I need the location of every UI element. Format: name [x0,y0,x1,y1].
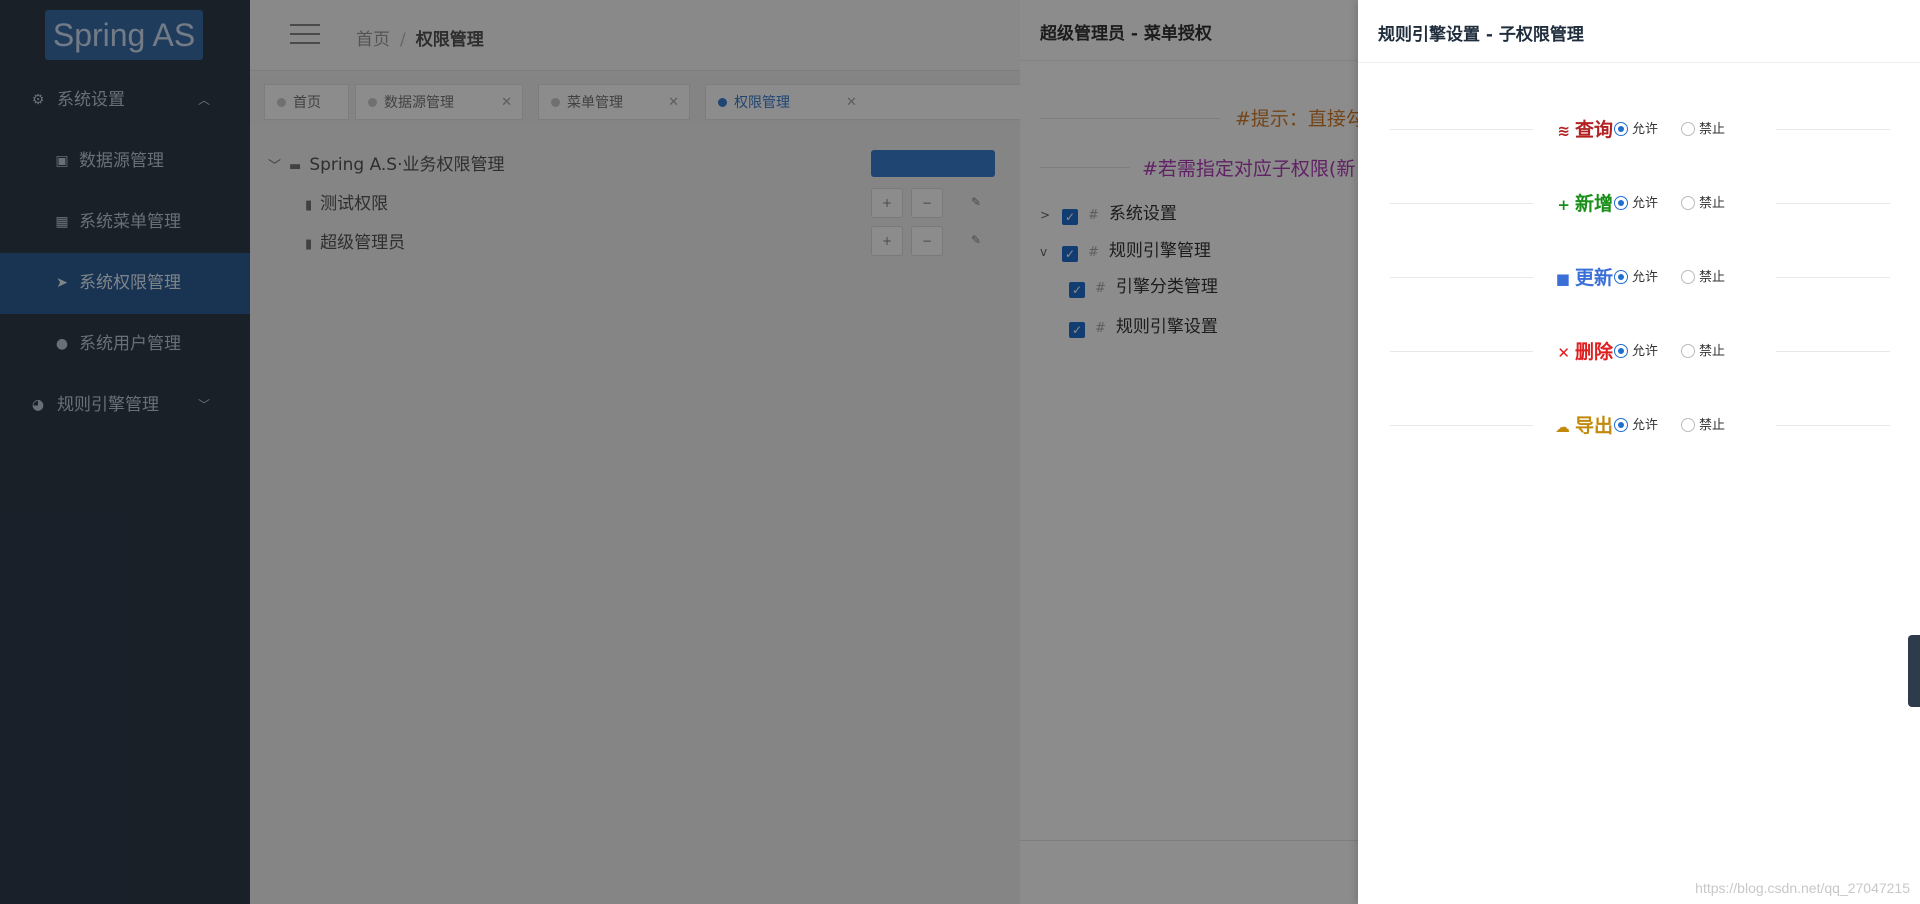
permission-row-export: ☁ 导出 允许 禁止 [1358,411,1920,441]
permission-row-update: ■ 更新 允许 禁止 [1358,263,1920,293]
permission-label: ■ 更新 [1555,267,1613,289]
permission-label: + 新增 [1557,193,1613,215]
permission-row-query: ≋ 查询 允许 禁止 [1358,115,1920,145]
plus-icon: + [1557,196,1570,214]
deny-radio[interactable]: 禁止 [1681,270,1725,286]
close-icon: ✕ [1557,344,1570,362]
allow-radio[interactable]: 允许 [1614,344,1658,360]
deny-radio[interactable]: 禁止 [1681,418,1725,434]
allow-radio[interactable]: 允许 [1614,196,1658,212]
permission-label: ✕ 删除 [1557,341,1613,363]
side-handle[interactable] [1908,635,1920,707]
deny-radio[interactable]: 禁止 [1681,196,1725,212]
permission-row-add: + 新增 允许 禁止 [1358,189,1920,219]
permission-label: ≋ 查询 [1557,119,1613,141]
layers-icon: ≋ [1557,122,1570,140]
watermark: https://blog.csdn.net/qq_27047215 [1695,880,1910,896]
copy-icon: ■ [1555,270,1570,288]
allow-radio[interactable]: 允许 [1614,270,1658,286]
allow-radio[interactable]: 允许 [1614,122,1658,138]
cloud-download-icon: ☁ [1554,418,1570,436]
drawer-header: 规则引擎设置 - 子权限管理 [1358,0,1920,63]
deny-radio[interactable]: 禁止 [1681,122,1725,138]
modal-overlay[interactable] [0,0,1358,904]
permission-row-delete: ✕ 删除 允许 禁止 [1358,337,1920,367]
allow-radio[interactable]: 允许 [1614,418,1658,434]
deny-radio[interactable]: 禁止 [1681,344,1725,360]
sub-permission-drawer: 规则引擎设置 - 子权限管理 ≋ 查询 允许 禁止 + 新增 允许 禁止 ■ 更新 允… [1358,0,1920,904]
drawer-title: 规则引擎设置 - 子权限管理 [1378,25,1584,45]
permission-label: ☁ 导出 [1554,415,1613,437]
